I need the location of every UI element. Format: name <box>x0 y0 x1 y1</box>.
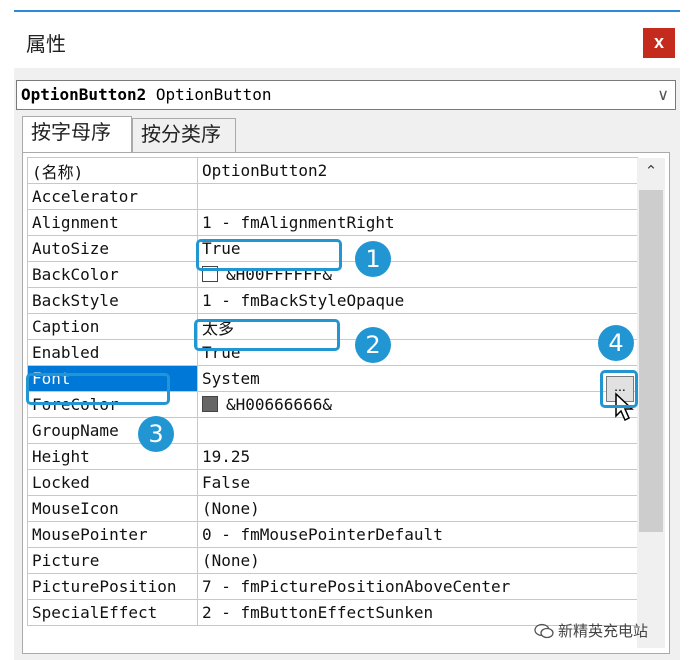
property-name[interactable]: AutoSize <box>27 235 198 262</box>
property-value-text: 1 - fmAlignmentRight <box>202 213 395 232</box>
scroll-up-icon[interactable]: ⌃ <box>637 162 665 180</box>
property-name[interactable]: MousePointer <box>27 521 198 548</box>
property-value-text: 1 - fmBackStyleOpaque <box>202 291 405 310</box>
annotation-badge-3: 3 <box>138 416 174 452</box>
watermark-text: 新精英充电站 <box>558 623 649 640</box>
property-row[interactable]: BackStyle 1 - fmBackStyleOpaque <box>27 287 638 314</box>
property-value[interactable]: &H00666666& <box>197 391 638 418</box>
property-value[interactable]: False <box>197 469 638 496</box>
property-value-text: System <box>202 369 260 388</box>
property-name[interactable]: Accelerator <box>27 183 198 210</box>
chat-bubbles-icon <box>534 623 554 639</box>
highlight-font-name <box>26 373 170 405</box>
highlight-caption-value <box>194 319 340 351</box>
object-selector-dropdown[interactable]: OptionButton2 OptionButton ∨ <box>16 80 676 110</box>
property-value[interactable]: 1 - fmBackStyleOpaque <box>197 287 638 314</box>
scrollbar-thumb[interactable] <box>639 190 663 532</box>
property-row[interactable]: Accelerator <box>27 183 638 210</box>
property-row[interactable]: Height 19.25 <box>27 443 638 470</box>
property-name[interactable]: PicturePosition <box>27 573 198 600</box>
window-title: 属性 <box>26 34 66 56</box>
property-row[interactable]: Alignment 1 - fmAlignmentRight <box>27 209 638 236</box>
annotation-badge-1: 1 <box>355 241 391 277</box>
annotation-badge-2: 2 <box>355 327 391 363</box>
property-name[interactable]: Caption <box>27 313 198 340</box>
property-row[interactable]: Locked False <box>27 469 638 496</box>
property-value[interactable] <box>197 417 638 444</box>
tab-alphabetic[interactable]: 按字母序 <box>22 116 132 152</box>
property-value-text: 7 - fmPicturePositionAboveCenter <box>202 577 511 596</box>
property-name[interactable]: BackColor <box>27 261 198 288</box>
property-value[interactable]: System <box>197 365 638 392</box>
property-value[interactable]: 7 - fmPicturePositionAboveCenter <box>197 573 638 600</box>
property-value-text: (None) <box>202 499 260 518</box>
property-value[interactable]: 0 - fmMousePointerDefault <box>197 521 638 548</box>
property-name[interactable]: Enabled <box>27 339 198 366</box>
annotation-badge-4: 4 <box>598 325 634 361</box>
property-value-text: 19.25 <box>202 447 251 466</box>
color-swatch <box>202 396 218 412</box>
property-name[interactable]: Alignment <box>27 209 198 236</box>
highlight-autosize-value <box>196 239 342 271</box>
vertical-scrollbar[interactable]: ⌃ <box>637 158 665 648</box>
property-name[interactable]: Locked <box>27 469 198 496</box>
property-value[interactable]: OptionButton2 <box>197 157 638 184</box>
highlight-font-button <box>600 370 638 408</box>
watermark: 新精英充电站 <box>534 620 648 641</box>
property-value[interactable]: 1 - fmAlignmentRight <box>197 209 638 236</box>
property-row[interactable]: MouseIcon (None) <box>27 495 638 522</box>
property-name[interactable]: MouseIcon <box>27 495 198 522</box>
property-name[interactable]: (名称) <box>27 157 198 184</box>
object-type: OptionButton <box>155 85 272 104</box>
property-name[interactable]: BackStyle <box>27 287 198 314</box>
chevron-down-icon: ∨ <box>657 85 669 104</box>
property-row[interactable]: GroupName <box>27 417 638 444</box>
property-value-text: OptionButton2 <box>202 161 328 180</box>
property-value[interactable]: (None) <box>197 547 638 574</box>
property-value-text: (None) <box>202 551 260 570</box>
property-value[interactable]: 19.25 <box>197 443 638 470</box>
property-row[interactable]: Picture (None) <box>27 547 638 574</box>
tab-categorized[interactable]: 按分类序 <box>132 118 236 152</box>
property-value-text: False <box>202 473 251 492</box>
property-value[interactable]: (None) <box>197 495 638 522</box>
property-value-text: 2 - fmButtonEffectSunken <box>202 603 434 622</box>
property-name[interactable]: Height <box>27 443 198 470</box>
property-value-text: 0 - fmMousePointerDefault <box>202 525 443 544</box>
object-name: OptionButton2 <box>21 85 147 104</box>
property-row[interactable]: (名称) OptionButton2 <box>27 157 638 184</box>
property-row[interactable]: MousePointer 0 - fmMousePointerDefault <box>27 521 638 548</box>
top-accent-line <box>14 10 680 12</box>
property-value[interactable] <box>197 183 638 210</box>
property-name[interactable]: SpecialEffect <box>27 599 198 626</box>
close-button[interactable]: x <box>643 28 675 58</box>
property-row[interactable]: PicturePosition 7 - fmPicturePositionAbov… <box>27 573 638 600</box>
property-value-text: &H00666666& <box>226 395 332 414</box>
property-name[interactable]: Picture <box>27 547 198 574</box>
